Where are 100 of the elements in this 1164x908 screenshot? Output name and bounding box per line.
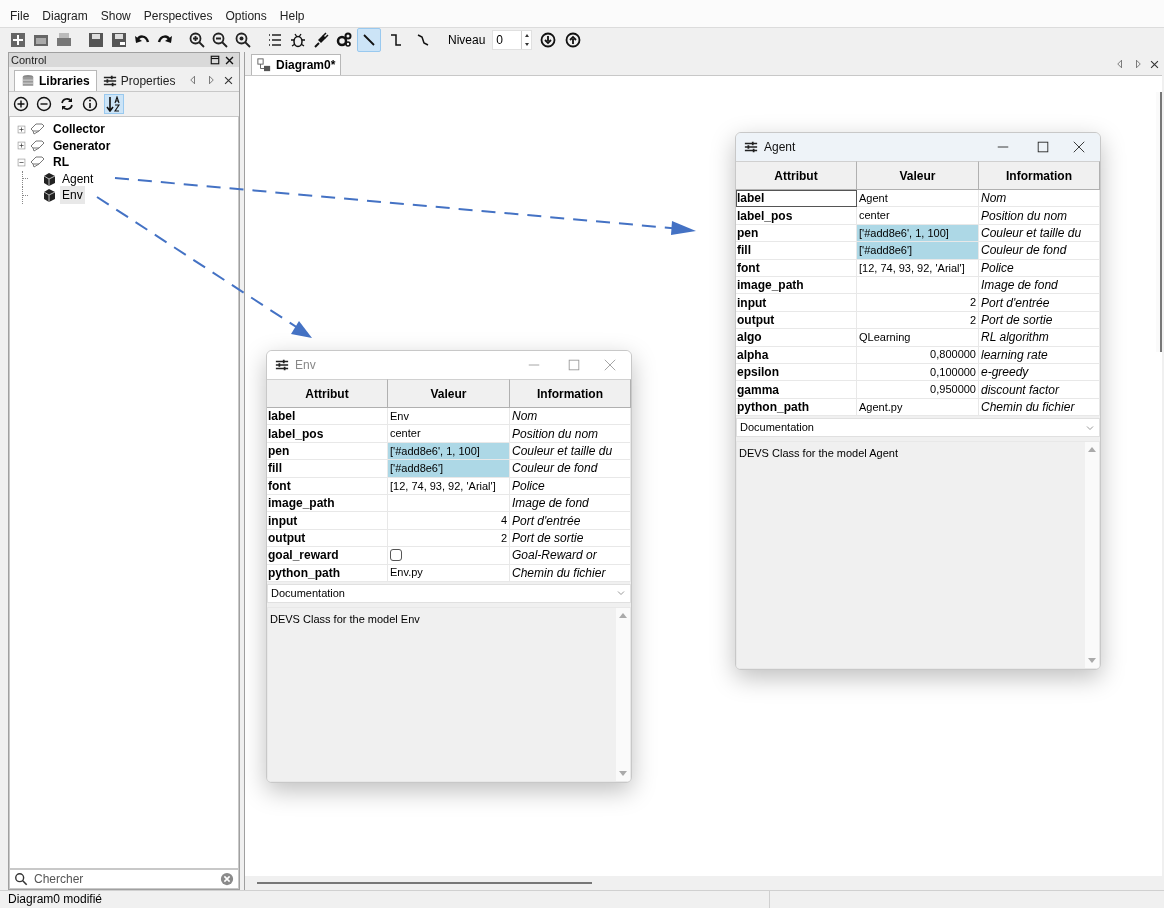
documentation-dropdown[interactable]: Documentation [736, 418, 1100, 438]
table-cell: algo [736, 329, 857, 347]
expand-icon[interactable] [16, 123, 27, 135]
table-cell[interactable]: 2 [857, 294, 979, 312]
search-icon [14, 872, 28, 886]
table-cell: output [267, 529, 388, 548]
remove-circle-icon[interactable] [35, 95, 53, 113]
table-cell: Chemin du fichier [510, 564, 631, 582]
close-icon[interactable] [1072, 140, 1086, 154]
info-icon[interactable] [81, 95, 99, 113]
documentation-dropdown[interactable]: Documentation [267, 583, 631, 603]
checkbox[interactable] [390, 549, 402, 562]
column-header[interactable]: Information [979, 161, 1100, 190]
table-cell[interactable]: center [388, 425, 510, 443]
tag-icon [28, 137, 46, 154]
menu-item[interactable]: Show [100, 7, 131, 25]
expand-icon[interactable] [16, 140, 27, 152]
column-header[interactable]: Attribut [267, 379, 388, 408]
table-cell: input [267, 512, 388, 530]
save-icon[interactable] [86, 30, 106, 50]
up-circle-icon[interactable] [564, 31, 583, 49]
table-cell: Nom [510, 408, 631, 426]
table-cell[interactable]: QLearning [857, 329, 979, 347]
column-header[interactable]: Valeur [388, 379, 510, 408]
table-cell: learning rate [979, 346, 1100, 364]
save-as-icon[interactable] [109, 30, 129, 50]
zoom-in-icon[interactable] [187, 30, 207, 50]
column-header[interactable]: Attribut [736, 161, 857, 190]
table-cell: Position du nom [979, 207, 1100, 225]
tree-item[interactable]: Collector [51, 120, 107, 139]
menu-item[interactable]: Diagram [42, 7, 88, 25]
diagram-tab[interactable]: Diagram0* [251, 54, 342, 75]
vertical-scrollbar[interactable] [1156, 92, 1162, 352]
table-cell: font [267, 477, 388, 495]
maximize-icon[interactable] [1036, 140, 1050, 154]
menu-item[interactable]: Perspectives [143, 7, 213, 25]
table-cell: Nom [979, 190, 1100, 208]
table-cell[interactable]: center [857, 207, 979, 225]
level-label: Niveau [448, 32, 486, 49]
add-circle-icon[interactable] [12, 95, 30, 113]
table-cell[interactable]: ['#add8e6'] [857, 242, 979, 260]
table-cell[interactable]: 0,950000 [857, 381, 979, 399]
close-icon[interactable] [224, 54, 235, 66]
status-text: Diagram0 modifié [8, 892, 103, 906]
table-cell: RL algorithm [979, 329, 1100, 347]
horizontal-scrollbar[interactable] [257, 882, 592, 884]
panel-tab[interactable]: Libraries [14, 70, 97, 91]
table-cell[interactable]: Agent [857, 190, 979, 208]
level-spinbox[interactable]: 0 [492, 30, 533, 50]
search-input[interactable]: Chercher [34, 870, 214, 888]
restore-icon[interactable] [209, 54, 221, 66]
table-cell[interactable]: Agent.py [857, 398, 979, 417]
table-cell: label [736, 190, 857, 208]
table-cell: Couleur et taille du [979, 224, 1100, 243]
column-header[interactable]: Information [510, 379, 631, 408]
table-cell[interactable]: 0,100000 [857, 363, 979, 382]
tree-item[interactable]: Generator [51, 136, 113, 155]
table-cell: Port d'entrée [979, 294, 1100, 312]
menu-item[interactable]: File [10, 7, 30, 25]
table-cell[interactable]: ['#add8e6'] [388, 460, 510, 478]
tree-item[interactable]: Agent [60, 169, 96, 188]
menu-item[interactable]: Options [225, 7, 267, 25]
gears-icon[interactable] [334, 30, 354, 50]
table-cell: python_path [736, 398, 857, 417]
table-cell: discount factor [979, 381, 1100, 399]
close-icon[interactable] [223, 75, 234, 86]
tree-item[interactable]: Env [60, 186, 85, 205]
table-cell[interactable]: 2 [388, 529, 510, 548]
down-circle-icon[interactable] [539, 31, 558, 49]
table-cell: Police [979, 259, 1100, 277]
sliders-icon [102, 73, 117, 88]
table-cell[interactable]: [12, 74, 93, 92, 'Arial'] [388, 477, 510, 495]
panel-title: Control [11, 52, 48, 68]
collapse-icon[interactable] [16, 156, 27, 168]
zoom-out-icon[interactable] [210, 30, 230, 50]
table-cell: goal_reward [267, 547, 388, 565]
table-cell: Position du nom [510, 425, 631, 443]
clear-icon[interactable] [220, 872, 234, 886]
table-cell: python_path [267, 564, 388, 582]
add-icon[interactable] [8, 30, 28, 50]
table-cell: Port de sortie [510, 529, 631, 548]
table-cell: Goal-Reward or [510, 547, 631, 565]
zoom-reset-icon[interactable] [233, 30, 253, 50]
table-cell[interactable]: 4 [388, 512, 510, 530]
table-cell[interactable]: 0,800000 [857, 346, 979, 364]
search-field[interactable]: Chercher [9, 869, 239, 889]
close-icon[interactable] [1149, 59, 1160, 70]
column-header[interactable]: Valeur [857, 161, 979, 190]
menu-item[interactable]: Help [279, 7, 305, 25]
sort-az-icon[interactable] [104, 94, 124, 114]
panel-tab[interactable]: Properties [96, 70, 182, 91]
refresh-icon[interactable] [58, 95, 76, 113]
table-cell: Couleur de fond [510, 460, 631, 478]
table-cell[interactable]: [12, 74, 93, 92, 'Arial'] [857, 259, 979, 277]
table-cell[interactable]: 2 [857, 311, 979, 330]
table-cell: label_pos [736, 207, 857, 225]
tree-item[interactable]: RL [51, 153, 71, 172]
table-cell[interactable]: Env [388, 408, 510, 426]
table-cell[interactable]: Env.py [388, 564, 510, 582]
table-cell: gamma [736, 381, 857, 399]
